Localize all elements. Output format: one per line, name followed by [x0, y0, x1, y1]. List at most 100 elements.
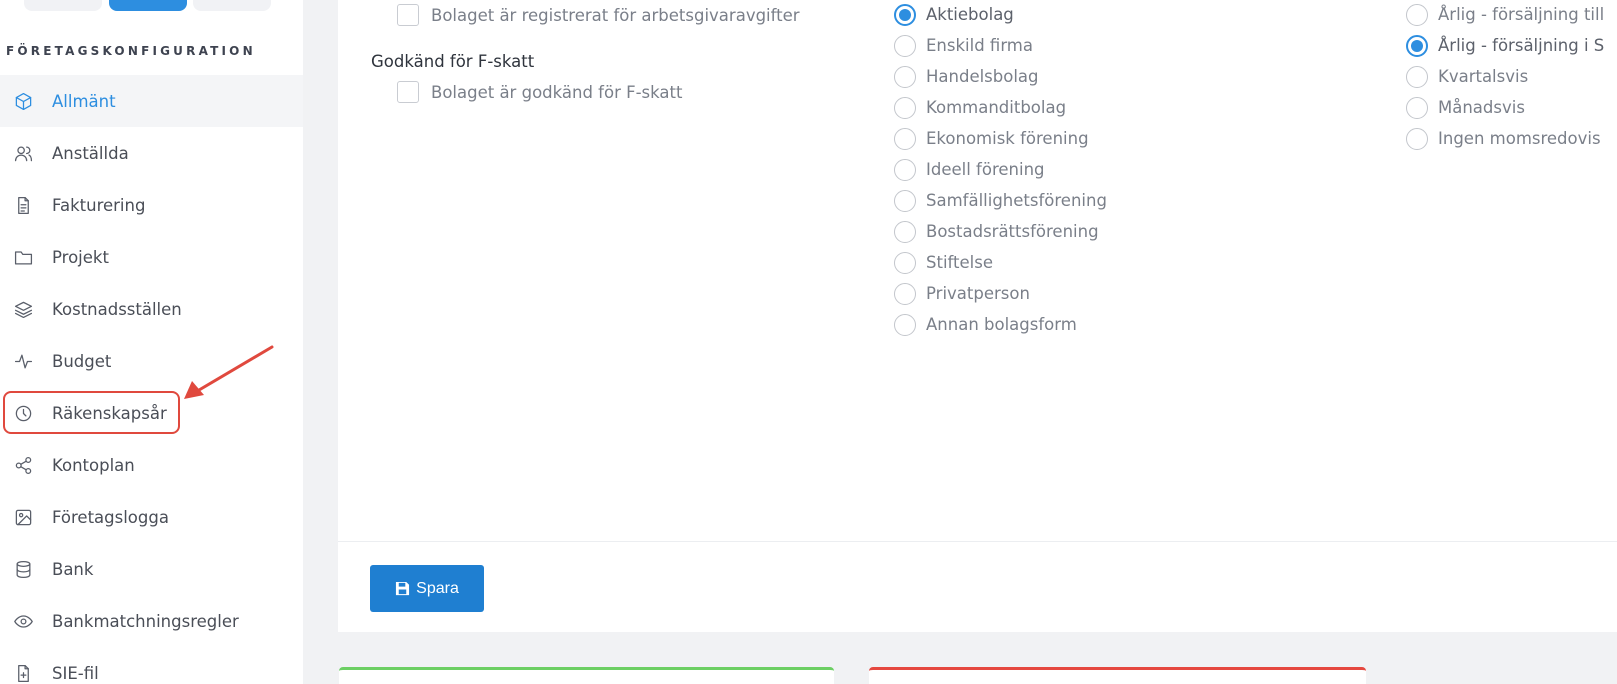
employer-fee-option[interactable]: Bolaget är registrerat för arbetsgivarav…: [397, 4, 800, 26]
radio-option-ideell-forening[interactable]: Ideell förening: [894, 154, 1107, 185]
document-icon: [12, 194, 34, 216]
sidebar-item-bankmatchningsregler[interactable]: Bankmatchningsregler: [0, 595, 303, 647]
radio-button[interactable]: [894, 282, 916, 305]
radio-button[interactable]: [1406, 3, 1428, 26]
radio-option-annan-bolagsform[interactable]: Annan bolagsform: [894, 309, 1107, 340]
radio-label: Bostadsrättsförening: [926, 222, 1099, 241]
sidebar-item-foretagslogga[interactable]: Företagslogga: [0, 491, 303, 543]
radio-label: Enskild firma: [926, 36, 1033, 55]
sidebar-item-kontoplan[interactable]: Kontoplan: [0, 439, 303, 491]
radio-button[interactable]: [894, 3, 916, 26]
radio-option-vat-monthly[interactable]: Månadsvis: [1406, 92, 1604, 123]
f-tax-option[interactable]: Bolaget är godkänd för F-skatt: [397, 81, 682, 103]
radio-option-vat-none[interactable]: Ingen momsredovis: [1406, 123, 1604, 154]
sidebar-item-fakturering[interactable]: Fakturering: [0, 179, 303, 231]
radio-button[interactable]: [894, 127, 916, 150]
radio-label: Ekonomisk förening: [926, 129, 1089, 148]
sidebar-item-label: Företagslogga: [52, 507, 169, 527]
sidebar-item-label: Kostnadsställen: [52, 299, 182, 319]
radio-label: Årlig - försäljning i S: [1438, 36, 1605, 55]
sidebar-item-label: Kontoplan: [52, 455, 135, 475]
employer-fee-checkbox[interactable]: [397, 4, 419, 26]
radio-option-kommanditbolag[interactable]: Kommanditbolag: [894, 92, 1107, 123]
radio-option-samfallighetsforening[interactable]: Samfällighetsförening: [894, 185, 1107, 216]
radio-button[interactable]: [894, 65, 916, 88]
database-icon: [12, 558, 34, 580]
sidebar-item-budget[interactable]: Budget: [0, 335, 303, 387]
sidebar-item-label: Anställda: [52, 143, 129, 163]
radio-label: Privatperson: [926, 284, 1030, 303]
sidebar-item-kostnadsstallen[interactable]: Kostnadsställen: [0, 283, 303, 335]
bottom-panel-green: [339, 667, 834, 684]
radio-button[interactable]: [894, 34, 916, 57]
radio-label: Aktiebolag: [926, 5, 1014, 24]
layers-icon: [12, 298, 34, 320]
radio-label: Samfällighetsförening: [926, 191, 1107, 210]
radio-option-vat-quarterly[interactable]: Kvartalsvis: [1406, 61, 1604, 92]
radio-option-stiftelse[interactable]: Stiftelse: [894, 247, 1107, 278]
radio-label: Handelsbolag: [926, 67, 1039, 86]
radio-button[interactable]: [894, 96, 916, 119]
card-footer-divider: [338, 541, 1617, 542]
image-icon: [12, 506, 34, 528]
radio-option-bostadsrattsforening[interactable]: Bostadsrättsförening: [894, 216, 1107, 247]
radio-option-vat-yearly-export[interactable]: Årlig - försäljning till: [1406, 0, 1604, 30]
sidebar-nav: Allmänt Anställda Fakturering Projekt Ko…: [0, 75, 303, 684]
cube-icon: [12, 90, 34, 112]
radio-label: Kvartalsvis: [1438, 67, 1529, 86]
radio-option-enskild-firma[interactable]: Enskild firma: [894, 30, 1107, 61]
sidebar-item-label: Projekt: [52, 247, 109, 267]
top-tab-button[interactable]: [24, 0, 102, 11]
top-tab-button[interactable]: [193, 0, 271, 11]
sidebar-item-label: SIE-fil: [52, 663, 99, 683]
sidebar-item-label: Bank: [52, 559, 94, 579]
save-button[interactable]: Spara: [370, 565, 484, 612]
f-tax-checkbox[interactable]: [397, 81, 419, 103]
sidebar-item-allmant[interactable]: Allmänt: [0, 75, 303, 127]
radio-button[interactable]: [894, 189, 916, 212]
radio-label: Kommanditbolag: [926, 98, 1067, 117]
section-title: FÖRETAGSKONFIGURATION: [6, 44, 256, 58]
floppy-disk-icon: [396, 581, 410, 596]
folder-icon: [12, 246, 34, 268]
eye-icon: [12, 610, 34, 632]
radio-option-handelsbolag[interactable]: Handelsbolag: [894, 61, 1107, 92]
radio-button[interactable]: [894, 251, 916, 274]
radio-option-ekonomisk-forening[interactable]: Ekonomisk förening: [894, 123, 1107, 154]
radio-button[interactable]: [894, 158, 916, 181]
sidebar-item-bank[interactable]: Bank: [0, 543, 303, 595]
share-icon: [12, 454, 34, 476]
radio-button[interactable]: [894, 220, 916, 243]
save-button-label: Spara: [416, 579, 459, 597]
bottom-panel-red: [869, 667, 1366, 684]
sidebar-item-label: Fakturering: [52, 195, 146, 215]
vat-period-radio-group: Årlig - försäljning till Årlig - försälj…: [1406, 0, 1604, 154]
radio-option-vat-yearly-domestic[interactable]: Årlig - försäljning i S: [1406, 30, 1604, 61]
radio-button[interactable]: [1406, 96, 1428, 119]
sidebar-item-label: Bankmatchningsregler: [52, 611, 239, 631]
file-plus-icon: [12, 662, 34, 684]
sidebar-item-projekt[interactable]: Projekt: [0, 231, 303, 283]
radio-label: Årlig - försäljning till: [1438, 5, 1605, 24]
users-icon: [12, 142, 34, 164]
radio-option-privatperson[interactable]: Privatperson: [894, 278, 1107, 309]
sidebar-item-label: Allmänt: [52, 91, 116, 111]
sidebar-item-rakenskapsar[interactable]: Räkenskapsår: [0, 387, 303, 439]
sidebar-item-anstallda[interactable]: Anställda: [0, 127, 303, 179]
top-tab-button-active[interactable]: [109, 0, 187, 11]
radio-label: Månadsvis: [1438, 98, 1525, 117]
radio-button[interactable]: [1406, 34, 1428, 57]
radio-button[interactable]: [1406, 65, 1428, 88]
company-type-radio-group: Aktiebolag Enskild firma Handelsbolag Ko…: [894, 0, 1107, 340]
sidebar-item-label: Räkenskapsår: [52, 403, 167, 423]
sidebar-item-sie-fil[interactable]: SIE-fil: [0, 647, 303, 684]
radio-option-aktiebolag[interactable]: Aktiebolag: [894, 0, 1107, 30]
f-tax-heading: Godkänd för F-skatt: [371, 52, 535, 71]
radio-button[interactable]: [894, 313, 916, 336]
radio-label: Stiftelse: [926, 253, 993, 272]
radio-label: Annan bolagsform: [926, 315, 1077, 334]
radio-button[interactable]: [1406, 127, 1428, 150]
activity-icon: [12, 350, 34, 372]
settings-card: Bolaget är registrerat för arbetsgivarav…: [338, 0, 1617, 632]
sidebar: FÖRETAGSKONFIGURATION Allmänt Anställda …: [0, 0, 303, 684]
